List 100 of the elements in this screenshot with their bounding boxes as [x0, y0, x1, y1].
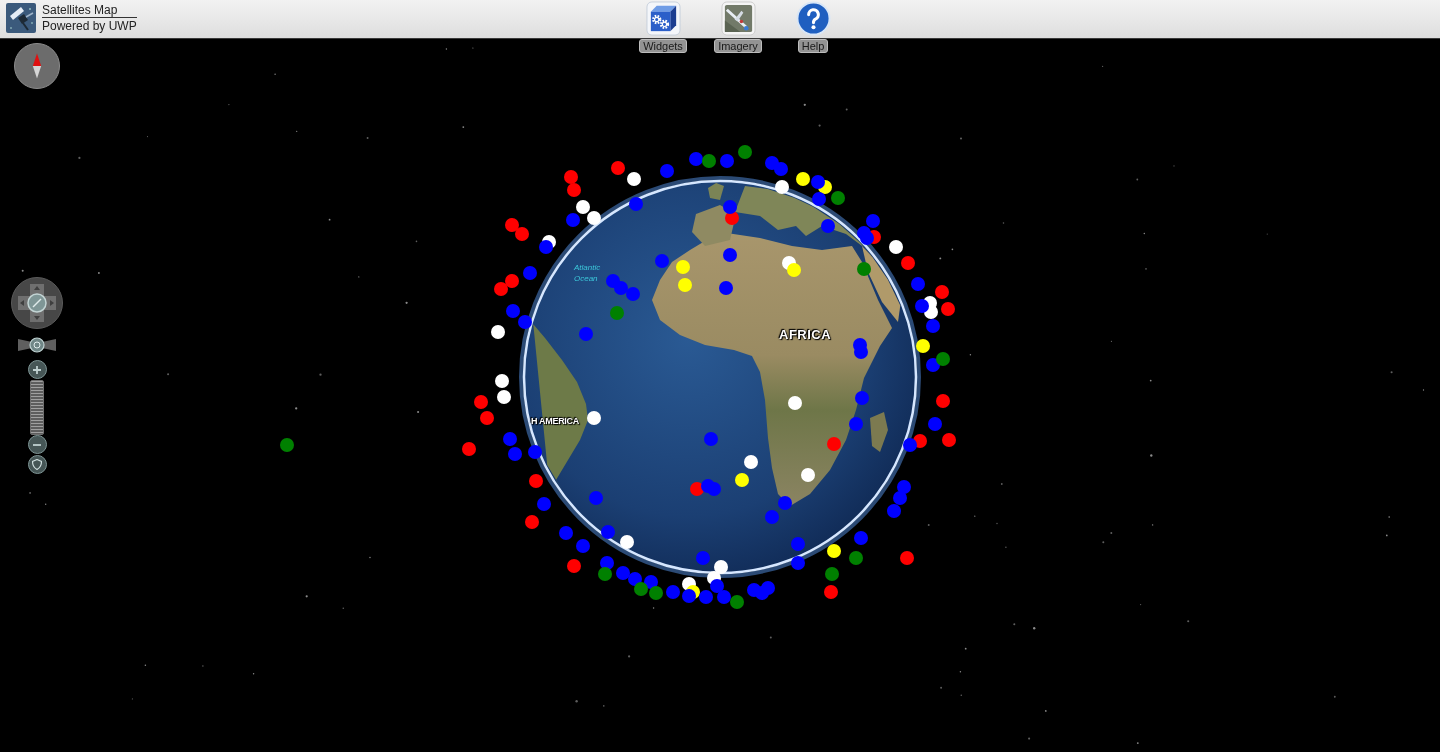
satellite-marker-icon[interactable]: [579, 327, 593, 341]
satellite-marker-icon[interactable]: [497, 390, 511, 404]
satellite-marker-icon[interactable]: [889, 240, 903, 254]
zoom-out-button[interactable]: [27, 435, 47, 454]
satellite-marker-icon[interactable]: [860, 231, 874, 245]
satellite-marker-icon[interactable]: [655, 254, 669, 268]
satellite-marker-icon[interactable]: [801, 468, 815, 482]
satellite-marker-icon[interactable]: [576, 539, 590, 553]
satellite-marker-icon[interactable]: [505, 218, 519, 232]
satellite-marker-icon[interactable]: [735, 473, 749, 487]
satellite-marker-icon[interactable]: [601, 525, 615, 539]
satellite-marker-icon[interactable]: [855, 391, 869, 405]
satellite-marker-icon[interactable]: [831, 191, 845, 205]
satellite-marker-icon[interactable]: [911, 277, 925, 291]
satellite-marker-icon[interactable]: [627, 172, 641, 186]
satellite-marker-icon[interactable]: [774, 162, 788, 176]
satellite-marker-icon[interactable]: [529, 474, 543, 488]
satellite-marker-icon[interactable]: [696, 551, 710, 565]
satellite-marker-icon[interactable]: [676, 260, 690, 274]
satellite-marker-icon[interactable]: [495, 374, 509, 388]
satellite-marker-icon[interactable]: [474, 395, 488, 409]
satellite-marker-icon[interactable]: [699, 590, 713, 604]
satellite-marker-icon[interactable]: [811, 175, 825, 189]
satellite-marker-icon[interactable]: [936, 352, 950, 366]
satellite-marker-icon[interactable]: [506, 304, 520, 318]
satellite-marker-icon[interactable]: [900, 551, 914, 565]
satellite-marker-icon[interactable]: [707, 482, 721, 496]
satellite-marker-icon[interactable]: [539, 240, 553, 254]
satellite-marker-icon[interactable]: [924, 305, 938, 319]
satellite-marker-icon[interactable]: [525, 515, 539, 529]
satellite-marker-icon[interactable]: [915, 299, 929, 313]
satellite-marker-icon[interactable]: [503, 432, 517, 446]
satellite-marker-icon[interactable]: [928, 417, 942, 431]
satellite-marker-icon[interactable]: [610, 306, 624, 320]
rotate-button[interactable]: [17, 337, 57, 353]
satellite-marker-icon[interactable]: [761, 581, 775, 595]
satellite-marker-icon[interactable]: [725, 211, 739, 225]
satellite-marker-icon[interactable]: [893, 491, 907, 505]
satellite-marker-icon[interactable]: [702, 154, 716, 168]
satellite-marker-icon[interactable]: [887, 504, 901, 518]
satellite-marker-icon[interactable]: [598, 567, 612, 581]
satellite-marker-icon[interactable]: [926, 319, 940, 333]
satellite-marker-icon[interactable]: [678, 278, 692, 292]
satellite-marker-icon[interactable]: [528, 445, 542, 459]
satellite-marker-icon[interactable]: [649, 586, 663, 600]
satellite-marker-icon[interactable]: [515, 227, 529, 241]
satellite-marker-icon[interactable]: [494, 282, 508, 296]
satellite-marker-icon[interactable]: [644, 575, 658, 589]
satellite-marker-icon[interactable]: [926, 358, 940, 372]
satellite-marker-icon[interactable]: [491, 325, 505, 339]
satellite-marker-icon[interactable]: [854, 531, 868, 545]
satellite-marker-icon[interactable]: [765, 510, 779, 524]
satellite-marker-icon[interactable]: [567, 559, 581, 573]
satellite-marker-icon[interactable]: [710, 579, 724, 593]
satellite-marker-icon[interactable]: [508, 447, 522, 461]
satellite-marker-icon[interactable]: [941, 302, 955, 316]
satellite-marker-icon[interactable]: [567, 183, 581, 197]
satellite-marker-icon[interactable]: [936, 394, 950, 408]
satellite-marker-icon[interactable]: [587, 211, 601, 225]
imagery-button[interactable]: Imagery: [713, 1, 763, 53]
satellite-marker-icon[interactable]: [626, 287, 640, 301]
satellite-marker-icon[interactable]: [827, 544, 841, 558]
satellite-marker-icon[interactable]: [849, 417, 863, 431]
satellite-marker-icon[interactable]: [634, 582, 648, 596]
compass-button[interactable]: [14, 43, 60, 89]
satellite-marker-icon[interactable]: [666, 585, 680, 599]
satellite-marker-icon[interactable]: [537, 497, 551, 511]
satellite-marker-icon[interactable]: [791, 556, 805, 570]
satellite-marker-icon[interactable]: [942, 433, 956, 447]
satellite-marker-icon[interactable]: [730, 595, 744, 609]
reset-view-button[interactable]: [27, 455, 47, 474]
satellite-marker-icon[interactable]: [689, 152, 703, 166]
satellite-marker-icon[interactable]: [620, 535, 634, 549]
zoom-in-button[interactable]: [27, 360, 47, 379]
satellite-marker-icon[interactable]: [812, 192, 826, 206]
satellite-marker-icon[interactable]: [821, 219, 835, 233]
satellite-marker-icon[interactable]: [462, 442, 476, 456]
satellite-marker-icon[interactable]: [616, 566, 630, 580]
satellite-marker-icon[interactable]: [854, 345, 868, 359]
satellite-marker-icon[interactable]: [791, 537, 805, 551]
satellite-marker-icon[interactable]: [723, 200, 737, 214]
satellite-marker-icon[interactable]: [744, 455, 758, 469]
satellite-marker-icon[interactable]: [629, 197, 643, 211]
satellite-marker-icon[interactable]: [690, 482, 704, 496]
satellite-marker-icon[interactable]: [866, 214, 880, 228]
satellite-marker-icon[interactable]: [935, 285, 949, 299]
satellite-marker-icon[interactable]: [857, 262, 871, 276]
satellite-marker-icon[interactable]: [480, 411, 494, 425]
satellite-marker-icon[interactable]: [614, 281, 628, 295]
pan-button[interactable]: [11, 277, 63, 329]
satellite-marker-icon[interactable]: [849, 551, 863, 565]
satellite-marker-icon[interactable]: [796, 172, 810, 186]
satellite-marker-icon[interactable]: [778, 496, 792, 510]
satellite-marker-icon[interactable]: [916, 339, 930, 353]
satellite-marker-icon[interactable]: [788, 396, 802, 410]
satellite-marker-icon[interactable]: [717, 590, 731, 604]
zoom-slider-track[interactable]: [30, 380, 44, 435]
satellite-marker-icon[interactable]: [704, 432, 718, 446]
satellite-marker-icon[interactable]: [660, 164, 674, 178]
satellite-marker-icon[interactable]: [738, 145, 752, 159]
